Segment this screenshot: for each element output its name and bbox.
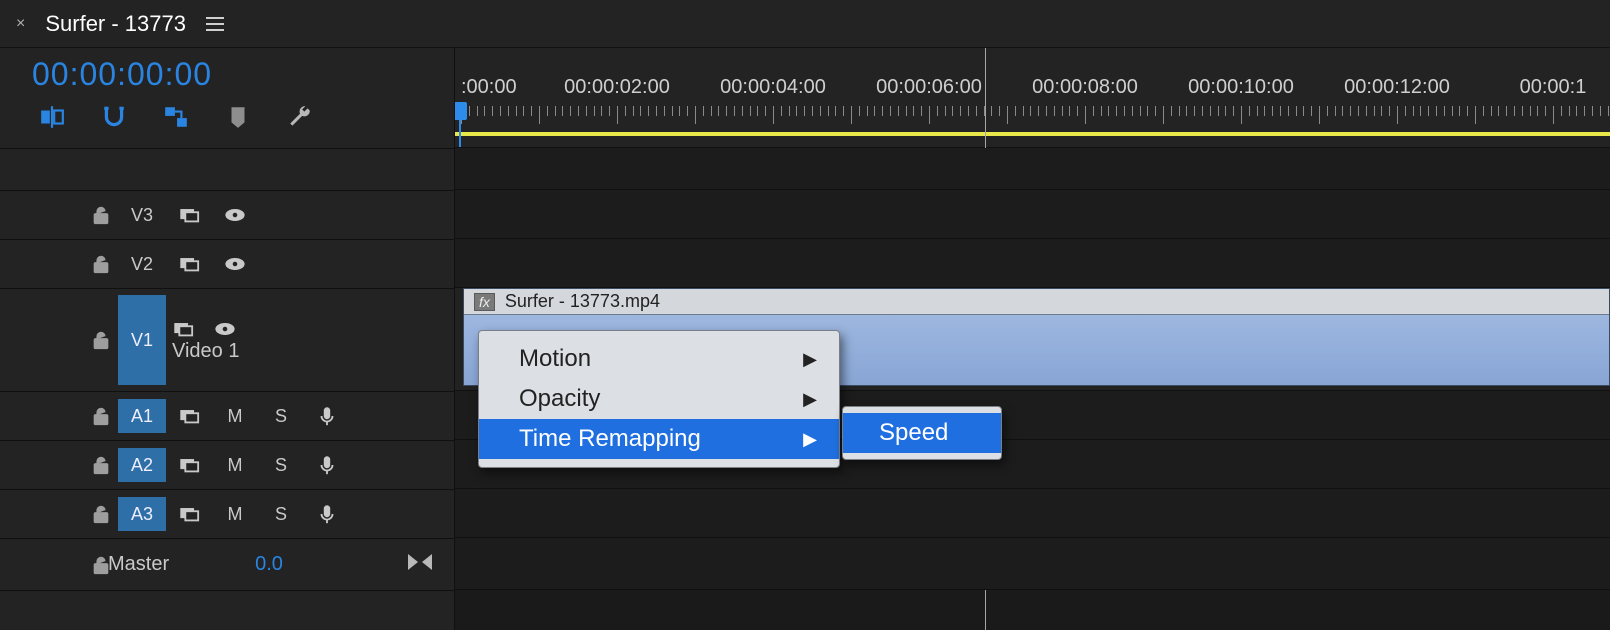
timeline-left-panel: 00:00:00:00 <box>0 48 455 630</box>
collapse-expand-icon[interactable] <box>406 552 434 577</box>
toggle-visibility-icon[interactable] <box>214 318 236 340</box>
time-ruler[interactable]: :00:00 00:00:02:00 00:00:04:00 00:00:06:00 0… <box>455 48 1610 148</box>
menu-item-label: Time Remapping <box>519 425 701 453</box>
toggle-visibility-icon[interactable] <box>212 204 258 226</box>
context-menu-item-motion[interactable]: Motion ▶ <box>479 339 839 379</box>
sync-lock-icon[interactable] <box>166 204 212 226</box>
ruler-label: 00:00:04:00 <box>720 76 826 99</box>
sync-lock-icon[interactable] <box>166 405 212 427</box>
track-header-a3[interactable]: A3 M S <box>0 490 454 539</box>
sync-lock-icon[interactable] <box>166 503 212 525</box>
lock-icon[interactable] <box>84 454 118 476</box>
ruler-label: 00:00:1 <box>1520 76 1587 99</box>
solo-button[interactable]: S <box>258 406 304 427</box>
settings-wrench-icon[interactable] <box>286 103 314 131</box>
track-header-master[interactable]: Master 0.0 <box>0 539 454 591</box>
fx-badge[interactable]: fx <box>474 293 495 311</box>
voice-over-icon[interactable] <box>304 454 350 476</box>
track-lane-spacer <box>455 148 1610 190</box>
sync-lock-icon[interactable] <box>166 253 212 275</box>
track-name-area: Video 1 <box>166 318 239 363</box>
clip-context-menu[interactable]: Motion ▶ Opacity ▶ Time Remapping ▶ <box>478 330 840 468</box>
context-menu-item-opacity[interactable]: Opacity ▶ <box>479 379 839 419</box>
solo-button[interactable]: S <box>258 504 304 525</box>
master-label: Master <box>108 553 169 576</box>
submenu-item-speed[interactable]: Speed <box>843 413 1001 453</box>
track-header-a2[interactable]: A2 M S <box>0 441 454 490</box>
mute-button[interactable]: M <box>212 406 258 427</box>
master-level[interactable]: 0.0 <box>255 553 283 576</box>
marker-icon[interactable] <box>224 103 252 131</box>
menu-item-label: Speed <box>879 419 948 447</box>
work-area-bar[interactable] <box>455 132 1610 136</box>
insert-overwrite-toggle-icon[interactable] <box>38 103 66 131</box>
lock-icon[interactable] <box>84 253 118 275</box>
lock-icon[interactable] <box>84 503 118 525</box>
track-name: Video 1 <box>172 340 239 363</box>
lock-icon[interactable] <box>84 204 118 226</box>
context-menu-item-time-remapping[interactable]: Time Remapping ▶ <box>479 419 839 459</box>
lock-icon[interactable] <box>84 329 118 351</box>
timeline-toolbar <box>32 103 454 131</box>
sync-lock-icon[interactable] <box>172 318 194 340</box>
mute-button[interactable]: M <box>212 455 258 476</box>
ruler-label: 00:00:02:00 <box>564 76 670 99</box>
current-timecode[interactable]: 00:00:00:00 <box>32 56 454 93</box>
snap-magnet-icon[interactable] <box>100 103 128 131</box>
track-lane-master[interactable] <box>455 538 1610 590</box>
clip-name: Surfer - 13773.mp4 <box>505 291 660 312</box>
track-lane-a3[interactable] <box>455 489 1610 538</box>
track-label[interactable]: A2 <box>118 448 166 482</box>
menu-item-label: Motion <box>519 345 591 373</box>
track-header-v3[interactable]: V3 <box>0 191 454 240</box>
track-header-a1[interactable]: A1 M S <box>0 392 454 441</box>
submenu-arrow-icon: ▶ <box>803 349 817 370</box>
voice-over-icon[interactable] <box>304 503 350 525</box>
ruler-label: 00:00:08:00 <box>1032 76 1138 99</box>
toggle-visibility-icon[interactable] <box>212 253 258 275</box>
panel-menu-button[interactable] <box>206 17 224 31</box>
track-label[interactable]: V1 <box>118 295 166 385</box>
track-header-v2[interactable]: V2 <box>0 240 454 289</box>
ruler-label: 00:00:12:00 <box>1344 76 1450 99</box>
track-label[interactable]: A1 <box>118 399 166 433</box>
solo-button[interactable]: S <box>258 455 304 476</box>
close-panel-button[interactable]: × <box>10 15 31 33</box>
track-label[interactable]: V2 <box>118 247 166 281</box>
linked-selection-icon[interactable] <box>162 103 190 131</box>
track-lane-v2[interactable] <box>455 239 1610 288</box>
menu-item-label: Opacity <box>519 385 600 413</box>
ruler-label: 00:00:06:00 <box>876 76 982 99</box>
track-headers: V3 V2 V1 Video 1 <box>0 148 454 630</box>
track-label[interactable]: A3 <box>118 497 166 531</box>
ruler-labels: :00:00 00:00:02:00 00:00:04:00 00:00:06:00 0… <box>455 76 1610 102</box>
track-spacer <box>0 149 454 191</box>
sync-lock-icon[interactable] <box>166 454 212 476</box>
playhead[interactable] <box>459 104 461 147</box>
mute-button[interactable]: M <box>212 504 258 525</box>
lock-icon[interactable] <box>84 405 118 427</box>
track-label[interactable]: V3 <box>118 198 166 232</box>
ruler-label: 00:00:10:00 <box>1188 76 1294 99</box>
voice-over-icon[interactable] <box>304 405 350 427</box>
track-header-v1[interactable]: V1 Video 1 <box>0 289 454 392</box>
timecode-toolbar-area: 00:00:00:00 <box>0 48 454 148</box>
submenu-arrow-icon: ▶ <box>803 429 817 450</box>
panel-title: Surfer - 13773 <box>45 11 186 37</box>
panel-titlebar: × Surfer - 13773 <box>0 0 1610 48</box>
track-lane-v3[interactable] <box>455 190 1610 239</box>
ruler-ticks <box>455 106 1610 134</box>
clip-header: fx Surfer - 13773.mp4 <box>464 289 1609 315</box>
context-submenu[interactable]: Speed <box>842 406 1002 460</box>
submenu-arrow-icon: ▶ <box>803 389 817 410</box>
ruler-label: :00:00 <box>461 76 517 99</box>
